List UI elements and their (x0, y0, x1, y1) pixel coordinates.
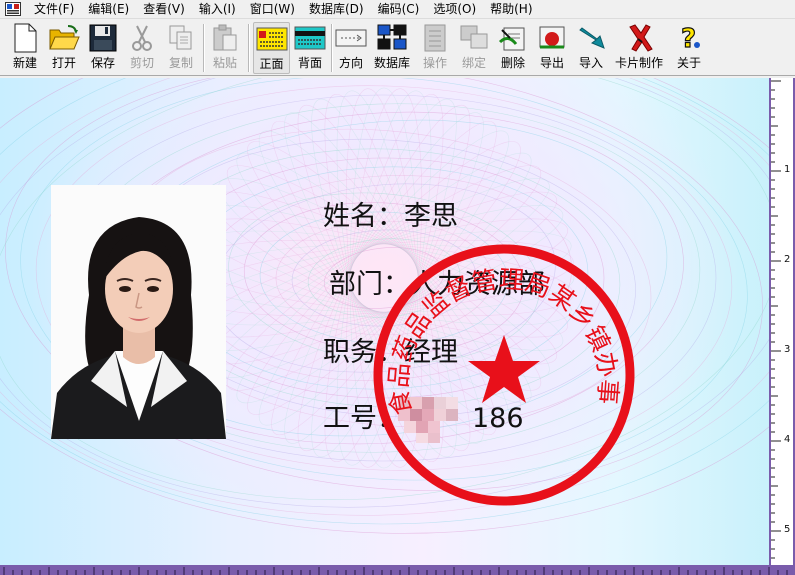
vertical-ruler: 1 2 3 4 5 (769, 78, 795, 565)
portrait-photo[interactable] (51, 185, 226, 439)
menu-input[interactable]: 输入(I) (192, 0, 243, 18)
import-label: 导入 (578, 56, 603, 70)
copy-button[interactable]: 复制 (164, 22, 198, 74)
export-label: 导出 (539, 56, 564, 70)
new-file-icon (14, 23, 37, 53)
ruler-label-5: 5 (784, 524, 791, 535)
card-make-label: 卡片制作 (614, 56, 663, 70)
delete-record-icon (498, 27, 525, 51)
seal-star-icon (468, 335, 540, 403)
toolbar-separator (248, 24, 250, 72)
front-label: 正面 (259, 57, 284, 71)
card-canvas[interactable]: 姓名：李思 部门：人力资源部 职务：经理 工号： 186 食品药品监督管理局某乡… (0, 78, 769, 565)
delete-label: 删除 (500, 56, 525, 70)
help-question-icon: ? (680, 23, 700, 53)
ruler-label-4: 4 (784, 434, 791, 445)
copy-icon (169, 25, 192, 50)
direction-button[interactable]: 方向 (334, 22, 368, 74)
export-icon (539, 26, 565, 49)
scissors-icon (132, 25, 152, 51)
import-button[interactable]: 导入 (574, 22, 608, 74)
save-button[interactable]: 保存 (86, 22, 120, 74)
menu-bar: 文件(F) 编辑(E) 查看(V) 输入(I) 窗口(W) 数据库(D) 编码(… (0, 0, 795, 19)
official-seal-stamp[interactable]: 食品药品监督管理局某乡镇办事处 (372, 243, 636, 507)
card-make-button[interactable]: 卡片制作 (613, 22, 665, 74)
delete-button[interactable]: 删除 (496, 22, 530, 74)
floppy-disk-icon (89, 24, 117, 52)
ruler-label-3: 3 (784, 344, 791, 355)
menu-view[interactable]: 查看(V) (136, 0, 192, 18)
orientation-icon (335, 29, 367, 47)
horizontal-ruler (0, 565, 795, 575)
paste-clipboard-icon (213, 24, 237, 51)
ruler-label-2: 2 (784, 254, 791, 265)
menu-window[interactable]: 窗口(W) (243, 0, 302, 18)
about-button[interactable]: ? 关于 (672, 22, 706, 74)
back-label: 背面 (297, 56, 322, 70)
name-field[interactable]: 姓名：李思 (323, 194, 458, 233)
paste-button[interactable]: 粘贴 (208, 22, 242, 74)
toolbar-separator (203, 24, 205, 72)
front-side-button[interactable]: 正面 (253, 22, 290, 74)
menu-help[interactable]: 帮助(H) (483, 0, 539, 18)
bind-button[interactable]: 绑定 (457, 22, 491, 74)
toolbar: 新建 打开 保存 剪切 复制 粘贴 正面 背面 方向 数据库 操作 绑定 删除 … (0, 20, 795, 76)
bind-label: 绑定 (461, 56, 486, 70)
svg-text:?: ? (681, 24, 696, 53)
toolbar-separator (331, 24, 333, 72)
menu-options[interactable]: 选项(O) (426, 0, 483, 18)
open-folder-icon (49, 25, 80, 50)
card-make-icon (629, 24, 653, 52)
card-back-icon (294, 26, 326, 50)
back-side-button[interactable]: 背面 (292, 22, 328, 74)
export-button[interactable]: 导出 (535, 22, 569, 74)
bind-icon (460, 25, 488, 49)
app-icon[interactable] (5, 2, 21, 16)
open-label: 打开 (51, 56, 76, 70)
vertical-ruler-ticks (771, 78, 793, 565)
about-label: 关于 (676, 56, 701, 70)
menu-file[interactable]: 文件(F) (27, 0, 81, 18)
open-button[interactable]: 打开 (46, 22, 82, 74)
new-button[interactable]: 新建 (8, 22, 42, 74)
database-button[interactable]: 数据库 (371, 22, 413, 74)
copy-label: 复制 (168, 56, 193, 70)
direction-label: 方向 (338, 56, 363, 70)
database-label: 数据库 (373, 56, 410, 70)
cut-label: 剪切 (129, 56, 154, 70)
operate-label: 操作 (422, 56, 447, 70)
card-front-icon (256, 27, 287, 51)
cut-button[interactable]: 剪切 (125, 22, 159, 74)
menu-edit[interactable]: 编辑(E) (81, 0, 136, 18)
operate-button[interactable]: 操作 (418, 22, 452, 74)
operate-icon (424, 24, 446, 52)
new-label: 新建 (12, 56, 37, 70)
save-label: 保存 (90, 56, 115, 70)
menu-database[interactable]: 数据库(D) (302, 0, 371, 18)
import-arrow-icon (579, 27, 605, 49)
paste-label: 粘贴 (212, 56, 237, 70)
ruler-label-1: 1 (784, 164, 791, 175)
menu-encode[interactable]: 编码(C) (371, 0, 427, 18)
portrait-image (51, 185, 226, 439)
database-grid-icon (377, 24, 407, 50)
